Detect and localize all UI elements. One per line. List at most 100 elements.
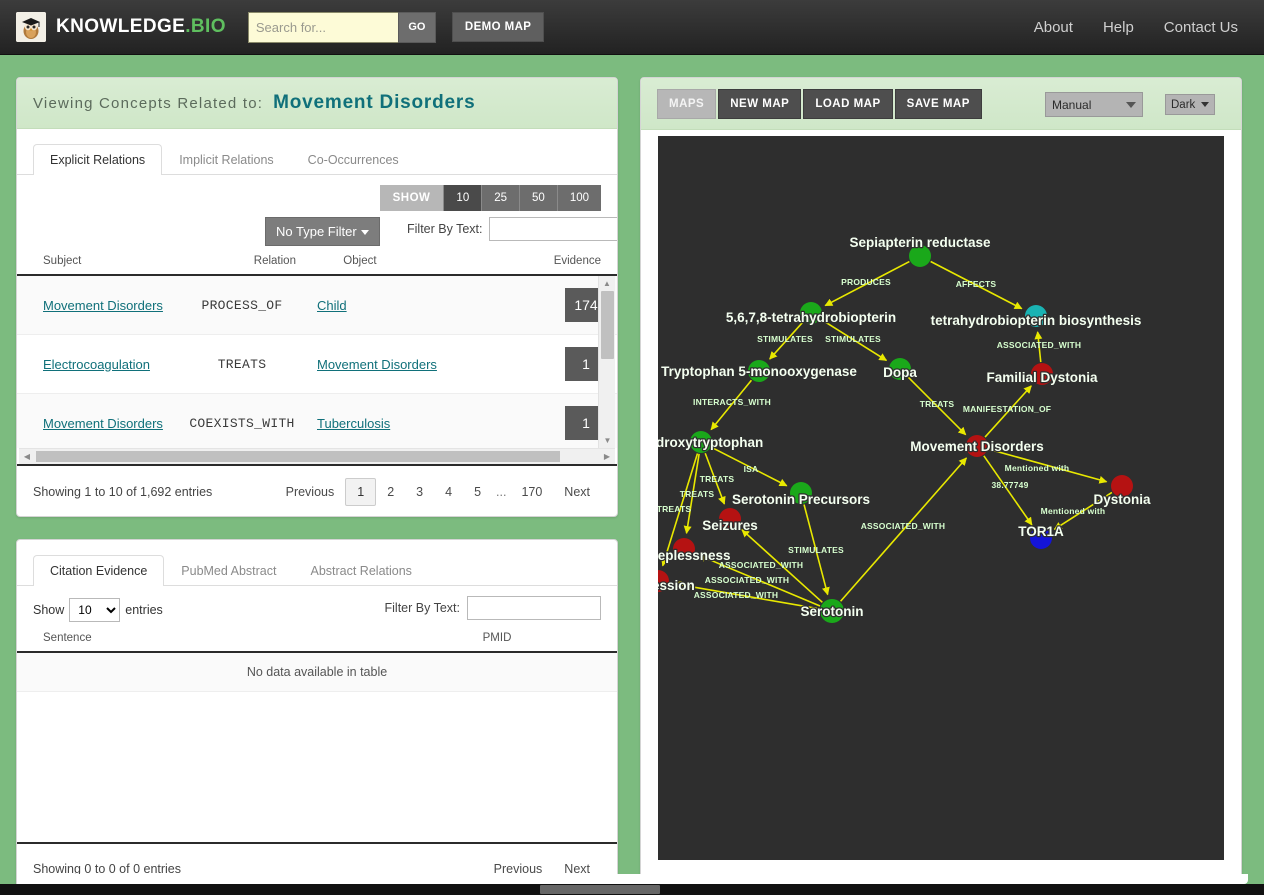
tab-pubmed-abstract[interactable]: PubMed Abstract (164, 555, 293, 586)
nav-link-contact-us[interactable]: Contact Us (1164, 19, 1238, 36)
citation-header-row: Sentence PMID (17, 628, 617, 654)
maps-button[interactable]: MAPS (657, 88, 717, 119)
citation-tabs: Citation Evidence PubMed Abstract Abstra… (17, 540, 617, 587)
relations-vertical-scrollbar[interactable]: ▲ ▼ (598, 276, 615, 448)
brand-main: KNOWLEDGE (56, 16, 186, 37)
column-header-sentence[interactable]: Sentence (17, 628, 377, 654)
brand-title: KNOWLEDGE.BIO (56, 16, 226, 38)
citation-table-spacer (17, 692, 617, 842)
citation-filter-by-text-input[interactable] (467, 596, 601, 621)
pagination-page-2[interactable]: 2 (376, 479, 405, 505)
relations-filter-text-group: Filter By Text: (407, 217, 617, 241)
table-row[interactable]: Movement Disorders PROCESS_OF Child 174 (17, 276, 617, 335)
tab-co-occurrences[interactable]: Co-Occurrences (291, 144, 416, 175)
relations-filter-row: No Type Filter Filter By Text: (17, 211, 617, 251)
tab-abstract-relations[interactable]: Abstract Relations (293, 555, 428, 586)
graph-edge-label: MANIFESTATION_OF (963, 404, 1051, 414)
pagination-page-1[interactable]: 1 (345, 478, 377, 506)
subject-link[interactable]: Electrocoagulation (43, 357, 150, 372)
graph-edge-label: ASSOCIATED_WITH (997, 340, 1082, 350)
show-option-25[interactable]: 25 (481, 185, 520, 211)
subject-link[interactable]: Movement Disorders (43, 416, 163, 431)
show-option-100[interactable]: 100 (556, 185, 601, 211)
layout-mode-select[interactable]: Manual (1045, 92, 1143, 117)
nav-link-help[interactable]: Help (1103, 19, 1134, 36)
pagination-page-4[interactable]: 4 (434, 479, 463, 505)
pagination-page-last[interactable]: 170 (510, 479, 553, 505)
subject-link[interactable]: Movement Disorders (43, 298, 163, 313)
table-row[interactable]: Electrocoagulation TREATS Movement Disor… (17, 334, 617, 394)
entries-per-page-select[interactable]: 102550100 (69, 598, 121, 623)
scroll-down-icon[interactable]: ▼ (599, 433, 616, 448)
empty-table-message: No data available in table (17, 652, 617, 693)
show-option-10[interactable]: 10 (443, 185, 482, 211)
show-length-bar: SHOW 10 25 50 100 (17, 175, 617, 211)
chevron-down-icon (1126, 101, 1136, 108)
knowledge-graph-canvas[interactable]: PRODUCES AFFECTS STIMULATES STIMULATES ASSOC… (658, 136, 1224, 860)
save-map-button[interactable]: SAVE MAP (894, 88, 982, 119)
layout-mode-value: Manual (1052, 97, 1092, 112)
show-entries-prefix: Show (33, 603, 65, 618)
demo-map-button[interactable]: DEMO MAP (451, 12, 545, 42)
type-filter-dropdown[interactable]: No Type Filter (265, 217, 380, 246)
graph-edge-label: ASSOCIATED_WITH (705, 575, 790, 585)
page-horizontal-scrollbar[interactable] (0, 884, 1264, 895)
chevron-down-icon (360, 230, 369, 236)
graph-node-label: Tryptophan 5-monooxygenase (661, 364, 857, 379)
graph-svg[interactable]: PRODUCES AFFECTS STIMULATES STIMULATES ASSOC… (658, 136, 1224, 860)
show-option-50[interactable]: 50 (519, 185, 557, 211)
pagination-page-5[interactable]: 5 (463, 479, 492, 505)
brand-suffix: .BIO (185, 16, 226, 37)
graph-node-label: Dopa (883, 365, 917, 380)
search-input[interactable] (247, 11, 398, 43)
relations-table: Subject Relation Object Evidence (17, 251, 617, 276)
column-header-object[interactable]: Object (343, 251, 523, 276)
theme-select[interactable]: Dark (1165, 94, 1215, 115)
page-bottom-strip-right (1130, 874, 1248, 884)
pagination-next[interactable]: Next (553, 479, 601, 505)
pagination-previous[interactable]: Previous (275, 479, 346, 505)
table-row[interactable]: Movement Disorders COEXISTS_WITH Tubercu… (17, 393, 617, 448)
tab-implicit-relations[interactable]: Implicit Relations (162, 144, 290, 175)
type-filter-label: No Type Filter (276, 224, 357, 239)
filter-by-text-input[interactable] (489, 217, 617, 241)
graph-edge-label: TREATS (920, 399, 955, 409)
map-card: MAPS NEW MAP LOAD MAP SAVE MAP Manual Da… (640, 77, 1242, 889)
concepts-card: Viewing Concepts Related to: Movement Di… (16, 77, 618, 518)
page-scrollbar-thumb[interactable] (540, 885, 660, 894)
column-header-evidence[interactable]: Evidence (522, 251, 617, 276)
theme-value: Dark (1171, 98, 1196, 111)
pagination-page-3[interactable]: 3 (405, 479, 434, 505)
object-link[interactable]: Child (317, 298, 347, 313)
relations-horizontal-scrollbar[interactable]: ◀ ▶ (19, 448, 615, 464)
scroll-left-icon[interactable]: ◀ (19, 452, 35, 461)
vertical-scrollbar-thumb[interactable] (601, 291, 614, 359)
citation-show-entries-row: Show 102550100 entries Filter By Text: (17, 586, 617, 628)
map-button-group: MAPS NEW MAP LOAD MAP SAVE MAP (657, 88, 984, 119)
page-bottom-strip (33, 874, 1129, 884)
graph-node-label: Sleeplessness (658, 548, 731, 563)
tab-explicit-relations[interactable]: Explicit Relations (33, 144, 163, 175)
graph-node-label: Serotonin Precursors (732, 492, 870, 507)
scroll-up-icon[interactable]: ▲ (599, 276, 615, 291)
scroll-right-icon[interactable]: ▶ (599, 452, 615, 461)
left-column: Viewing Concepts Related to: Movement Di… (16, 77, 618, 895)
nav-link-about[interactable]: About (1034, 19, 1073, 36)
owl-graduate-logo-icon (16, 12, 46, 42)
load-map-button[interactable]: LOAD MAP (803, 88, 893, 119)
new-map-button[interactable]: NEW MAP (718, 88, 802, 119)
object-link[interactable]: Movement Disorders (317, 357, 437, 372)
graph-edge-label: Mentioned with (1005, 463, 1070, 473)
tab-citation-evidence[interactable]: Citation Evidence (33, 555, 165, 587)
column-header-pmid[interactable]: PMID (377, 628, 617, 654)
column-header-relation[interactable]: Relation (206, 251, 344, 276)
graph-edge-label: STIMULATES (788, 545, 844, 555)
column-header-subject[interactable]: Subject (17, 251, 207, 276)
brand[interactable]: KNOWLEDGE.BIO (16, 12, 226, 42)
go-button[interactable]: GO (397, 11, 436, 43)
viewing-concepts-label: Viewing Concepts Related to: (33, 95, 264, 112)
top-navbar: KNOWLEDGE.BIO GO DEMO MAP About Help Con… (0, 0, 1264, 55)
nav-links: About Help Contact Us (1034, 19, 1248, 36)
object-link[interactable]: Tuberculosis (317, 416, 390, 431)
horizontal-scrollbar-thumb[interactable] (36, 451, 560, 462)
